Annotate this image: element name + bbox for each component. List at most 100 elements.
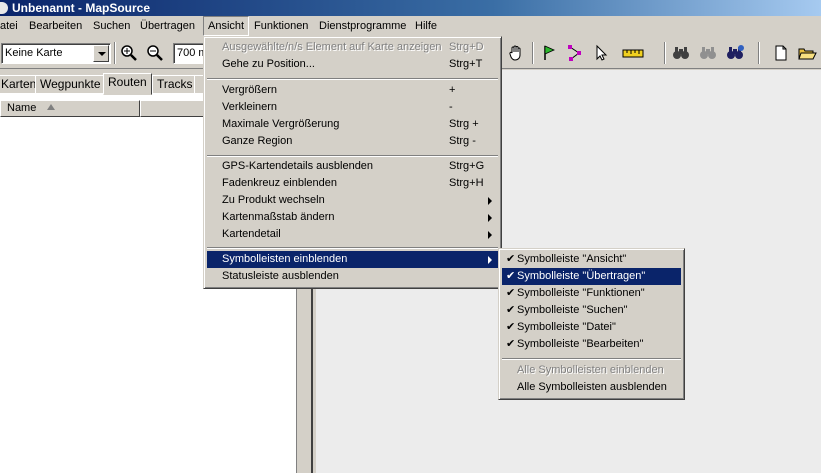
find-address-button[interactable] xyxy=(724,42,746,64)
tab-routes[interactable]: Routen xyxy=(103,73,152,95)
submenu-arrow-icon xyxy=(488,197,492,205)
menu-item-label: Zu Produkt wechseln xyxy=(222,194,325,206)
menu-view[interactable]: Ansicht xyxy=(203,16,250,36)
toolbar-separator xyxy=(114,42,116,64)
open-file-button[interactable] xyxy=(796,42,818,64)
menu-item-label: Fadenkreuz einblenden xyxy=(222,177,337,189)
checkmark-icon: ✔ xyxy=(506,270,516,282)
menu-item-label: Ganze Region xyxy=(222,135,293,147)
menu-item-hide-statusbar[interactable]: Statusleiste ausblenden xyxy=(207,268,498,285)
menu-transfer[interactable]: Übertragen xyxy=(136,16,199,36)
menu-edit[interactable]: Bearbeiten xyxy=(25,16,86,36)
menu-item-label: Alle Symbolleisten ausblenden xyxy=(517,381,667,393)
submenu-arrow-icon xyxy=(488,231,492,239)
submenu-item-toolbar-edit[interactable]: ✔ Symbolleiste "Bearbeiten" xyxy=(502,336,681,353)
submenu-item-toolbar-transfer[interactable]: ✔ Symbolleiste "Übertragen" xyxy=(502,268,681,285)
chevron-down-icon[interactable] xyxy=(93,45,109,62)
menu-item-shortcut: Strg - xyxy=(449,135,476,147)
menu-separator xyxy=(207,155,498,157)
menu-item-label: Symbolleiste "Funktionen" xyxy=(517,287,645,299)
route-tool-button[interactable] xyxy=(564,42,586,64)
menu-separator xyxy=(207,78,498,80)
menu-item-label: Verkleinern xyxy=(222,101,278,113)
new-file-button[interactable] xyxy=(770,42,792,64)
tab-waypoints[interactable]: Wegpunkte xyxy=(35,75,106,94)
hand-icon xyxy=(509,45,521,61)
menu-item-max-zoom[interactable]: Maximale Vergrößerung Strg + xyxy=(207,116,498,133)
menu-item-label: Statusleiste ausblenden xyxy=(222,270,339,282)
menu-item-show-crosshair[interactable]: Fadenkreuz einblenden Strg+H xyxy=(207,175,498,192)
menu-item-shortcut: - xyxy=(449,101,453,113)
menu-item-show-toolbars[interactable]: Symbolleisten einblenden xyxy=(207,251,498,268)
menu-item-label: Gehe zu Position... xyxy=(222,58,315,70)
ruler-icon xyxy=(622,49,644,58)
menu-item-label: Symbolleiste "Übertragen" xyxy=(517,270,646,282)
submenu-item-toolbar-view[interactable]: ✔ Symbolleiste "Ansicht" xyxy=(502,251,681,268)
menu-item-label: Ausgewählte/n/s Element auf Karte anzeig… xyxy=(222,41,442,53)
toolbars-submenu: ✔ Symbolleiste "Ansicht" ✔ Symbolleiste … xyxy=(498,248,685,400)
menu-item-label: Symbolleiste "Datei" xyxy=(517,321,616,333)
menu-item-label: Kartendetail xyxy=(222,228,281,240)
hand-tool-button[interactable] xyxy=(505,42,527,64)
arrow-pointer-icon xyxy=(596,44,608,61)
submenu-item-toolbar-search[interactable]: ✔ Symbolleiste "Suchen" xyxy=(502,302,681,319)
menu-utilities[interactable]: Dienstprogramme xyxy=(315,16,410,36)
select-tool-button[interactable] xyxy=(590,42,612,64)
menu-search[interactable]: Suchen xyxy=(89,16,134,36)
menu-item-change-scale[interactable]: Kartenmaßstab ändern xyxy=(207,209,498,226)
find-button[interactable] xyxy=(670,42,692,64)
waypoint-tool-button[interactable] xyxy=(538,42,560,64)
submenu-arrow-icon xyxy=(488,214,492,222)
menu-item-goto-position[interactable]: Gehe zu Position... Strg+T xyxy=(207,56,498,73)
find-nearby-button[interactable] xyxy=(697,42,719,64)
column-header-name[interactable]: Name xyxy=(0,100,140,117)
menu-item-shortcut: Strg+G xyxy=(449,160,485,172)
menu-separator xyxy=(502,358,681,360)
measure-tool-button[interactable] xyxy=(622,42,644,64)
submenu-item-show-all-toolbars[interactable]: Alle Symbolleisten einblenden xyxy=(502,362,681,379)
menu-item-switch-product[interactable]: Zu Produkt wechseln xyxy=(207,192,498,209)
menu-item-show-selected[interactable]: Ausgewählte/n/s Element auf Karte anzeig… xyxy=(207,39,498,56)
menu-item-shortcut: Strg+D xyxy=(449,41,484,53)
menu-bar: atei Bearbeiten Suchen Übertragen Ansich… xyxy=(0,16,821,36)
toolbar-separator xyxy=(758,42,760,64)
zoom-out-button[interactable] xyxy=(144,42,166,64)
sort-ascending-icon xyxy=(47,104,55,110)
title-bar: Unbenannt - MapSource xyxy=(0,0,821,16)
menu-item-label: GPS-Kartendetails ausblenden xyxy=(222,160,374,172)
checkmark-icon: ✔ xyxy=(506,287,516,299)
menu-item-zoom-out[interactable]: Verkleinern - xyxy=(207,99,498,116)
scale-select[interactable]: 700 m xyxy=(173,43,205,64)
menu-file[interactable]: atei xyxy=(0,16,22,36)
submenu-item-toolbar-functions[interactable]: ✔ Symbolleiste "Funktionen" xyxy=(502,285,681,302)
flag-icon xyxy=(544,45,555,60)
binoculars-nearby-icon xyxy=(700,47,716,59)
tab-tracks[interactable]: Tracks xyxy=(152,75,198,94)
view-menu: Ausgewählte/n/s Element auf Karte anzeig… xyxy=(203,36,502,289)
scale-select-value: 700 m xyxy=(177,47,205,59)
menu-item-label: Alle Symbolleisten einblenden xyxy=(517,364,664,376)
toolbar-separator xyxy=(532,42,534,64)
checkmark-icon: ✔ xyxy=(506,321,516,333)
menu-item-label: Symbolleiste "Bearbeiten" xyxy=(517,338,644,350)
menu-item-map-detail[interactable]: Kartendetail xyxy=(207,226,498,243)
column-header-name-label: Name xyxy=(7,102,37,114)
menu-item-label: Symbolleiste "Ansicht" xyxy=(517,253,627,265)
submenu-item-toolbar-file[interactable]: ✔ Symbolleiste "Datei" xyxy=(502,319,681,336)
menu-item-shortcut: Strg+T xyxy=(449,58,483,70)
map-select[interactable]: Keine Karte xyxy=(1,43,111,64)
zoom-out-icon xyxy=(147,45,163,61)
menu-help[interactable]: Hilfe xyxy=(411,16,441,36)
menu-item-label: Symbolleiste "Suchen" xyxy=(517,304,628,316)
folder-open-icon xyxy=(798,48,817,60)
menu-separator xyxy=(207,247,498,249)
menu-item-whole-region[interactable]: Ganze Region Strg - xyxy=(207,133,498,150)
menu-item-hide-gps-details[interactable]: GPS-Kartendetails ausblenden Strg+G xyxy=(207,158,498,175)
menu-item-label: Vergrößern xyxy=(222,84,278,96)
menu-functions[interactable]: Funktionen xyxy=(250,16,312,36)
checkmark-icon: ✔ xyxy=(506,338,516,350)
toolbar-separator xyxy=(664,42,666,64)
menu-item-zoom-in[interactable]: Vergrößern + xyxy=(207,82,498,99)
submenu-item-hide-all-toolbars[interactable]: Alle Symbolleisten ausblenden xyxy=(502,379,681,396)
zoom-in-button[interactable] xyxy=(118,42,140,64)
